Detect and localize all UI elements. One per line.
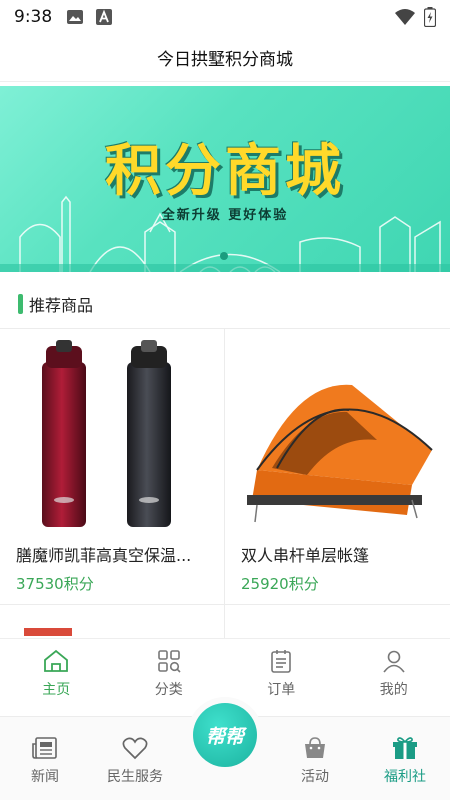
mall-tab-bar: 主页 分类 订单 我的 [0, 638, 450, 708]
orange-tent-image [247, 384, 433, 523]
nav-news[interactable]: 新闻 [0, 717, 90, 800]
tab-label: 我的 [379, 681, 408, 698]
tab-orders[interactable]: 订单 [225, 639, 338, 708]
nav-center-slot: 帮帮 [180, 703, 270, 800]
bangbang-label: 帮帮 [205, 725, 244, 748]
a-notification-icon [96, 9, 113, 25]
wifi-icon [395, 9, 415, 25]
bangbang-button[interactable]: 帮帮 [193, 703, 257, 767]
heart-icon [122, 737, 148, 759]
order-icon [271, 649, 292, 673]
category-icon [157, 649, 181, 673]
activity-bag-icon [305, 736, 325, 758]
product-name: 双人串杆单层帐篷 [241, 546, 370, 565]
battery-charging-icon [424, 7, 436, 27]
gift-icon [393, 736, 417, 759]
nav-activity[interactable]: 活动 [270, 717, 360, 800]
home-icon [44, 649, 69, 672]
product-name: 膳魔师凯菲高真空保温... [16, 546, 192, 565]
nav-services[interactable]: 民生服务 [90, 717, 180, 800]
app-header: 今日拱墅积分商城 [0, 34, 450, 82]
page-title: 今日拱墅积分商城 [157, 50, 293, 70]
newspaper-icon [32, 736, 57, 759]
thermos-bottles-image [42, 340, 171, 527]
app-bottom-nav: 新闻 民生服务 帮帮 活动 福利社 [0, 703, 450, 800]
image-icon [67, 10, 84, 24]
banner-subtitle: 全新升级 更好体验 [161, 208, 289, 223]
section-accent-bar [18, 294, 23, 314]
tab-home[interactable]: 主页 [0, 639, 113, 708]
nav-welfare[interactable]: 福利社 [360, 717, 450, 800]
divider [0, 328, 450, 329]
profile-icon [383, 650, 405, 673]
banner-page-indicator [220, 252, 228, 260]
nav-label: 新闻 [31, 768, 59, 785]
nav-label: 活动 [301, 768, 329, 785]
product-card[interactable]: 双人串杆单层帐篷 25920积分 [225, 330, 449, 608]
tab-label: 主页 [42, 681, 71, 698]
product-points: 25920积分 [241, 575, 319, 593]
product-card[interactable]: 膳魔师凯菲高真空保温... 37530积分 [0, 330, 224, 608]
tab-label: 订单 [267, 681, 296, 698]
section-title: 推荐商品 [29, 296, 94, 315]
product-points: 37530积分 [16, 575, 94, 593]
nav-label: 福利社 [384, 768, 426, 785]
tab-label: 分类 [154, 681, 183, 698]
status-bar: 9:38 [0, 0, 450, 34]
tab-profile[interactable]: 我的 [338, 639, 450, 708]
status-time: 9:38 [14, 7, 53, 27]
nav-label: 民生服务 [107, 768, 163, 785]
promo-banner[interactable]: 积分商城 全新升级 更好体验 [0, 86, 450, 272]
banner-title: 积分商城 [105, 139, 345, 204]
section-header: 推荐商品 [0, 284, 450, 324]
tab-category[interactable]: 分类 [113, 639, 226, 708]
next-product-brand-badge [24, 628, 72, 636]
